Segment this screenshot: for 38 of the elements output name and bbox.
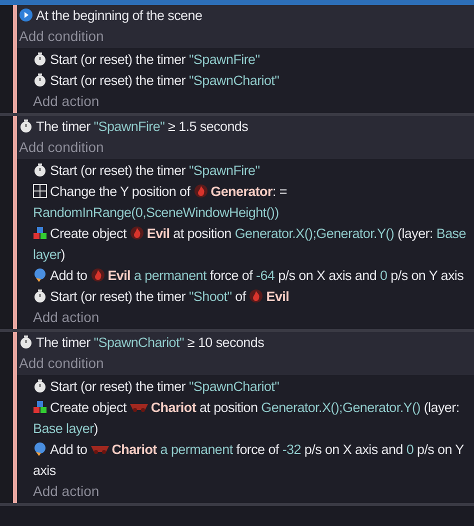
stopwatch-icon — [33, 289, 47, 303]
event-line[interactable]: Create object Evil at position Generator.X();Generator.Y() (layer: Base layer) — [33, 223, 470, 265]
stopwatch-icon — [33, 52, 47, 66]
event-line[interactable]: At the beginning of the scene — [19, 5, 472, 26]
add-condition-link[interactable]: Add condition — [19, 353, 472, 374]
stopwatch-icon — [19, 335, 33, 349]
stopwatch-icon — [33, 379, 47, 393]
event-line[interactable]: Create object Chariot at position Generator.X();Generator.Y() (layer: Base layer) — [33, 397, 470, 439]
play-icon — [19, 8, 33, 22]
stopwatch-icon — [19, 119, 33, 133]
stopwatch-icon — [33, 73, 47, 87]
add-action-link[interactable]: Add action — [33, 481, 470, 502]
flame-icon — [130, 226, 144, 240]
grid-icon — [33, 184, 47, 198]
add-condition-link[interactable]: Add condition — [19, 26, 472, 47]
event-line[interactable]: Start (or reset) the timer "SpawnChariot" — [33, 376, 470, 397]
ball-icon — [33, 268, 47, 282]
add-condition-link[interactable]: Add condition — [19, 137, 472, 158]
event-line[interactable]: Start (or reset) the timer "Shoot" of Evil — [33, 286, 470, 307]
stopwatch-icon — [33, 163, 47, 177]
event-line[interactable]: Change the Y position of Generator: = RandomInRange(0,SceneWindowHeight()) — [33, 181, 470, 223]
event-line[interactable]: Start (or reset) the timer "SpawnChariot" — [33, 70, 470, 91]
event-line[interactable]: The timer "SpawnChariot" ≥ 10 seconds — [19, 332, 472, 353]
add-action-link[interactable]: Add action — [33, 91, 470, 112]
ball-icon — [33, 442, 47, 456]
shapes-icon — [33, 226, 47, 240]
flame-icon — [249, 289, 264, 303]
shapes-icon — [33, 400, 47, 414]
chariot-icon — [130, 402, 148, 412]
event-line[interactable]: Start (or reset) the timer "SpawnFire" — [33, 160, 470, 181]
event-line[interactable]: Add to Evil a permanent force of -64 p/s on X axis and 0 p/s on Y axis — [33, 265, 470, 286]
flame-icon — [194, 184, 208, 198]
add-action-link[interactable]: Add action — [33, 307, 470, 328]
event-line[interactable]: Start (or reset) the timer "SpawnFire" — [33, 49, 470, 70]
flame-icon — [90, 268, 105, 282]
chariot-icon — [90, 444, 109, 454]
event-line[interactable]: Add to Chariot a permanent force of -32 p/s on X axis and 0 p/s on Y axis — [33, 439, 470, 481]
event-line[interactable]: The timer "SpawnFire" ≥ 1.5 seconds — [19, 116, 472, 137]
